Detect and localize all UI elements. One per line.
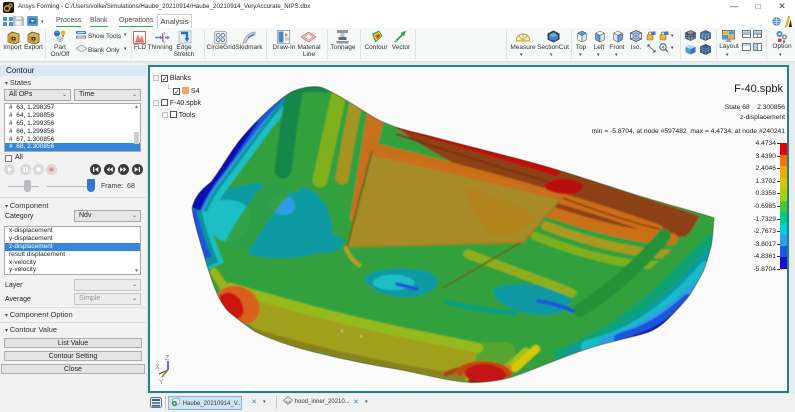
svg-text:Y: Y bbox=[159, 379, 164, 386]
svg-text:X: X bbox=[155, 364, 160, 371]
svg-text:Z: Z bbox=[165, 355, 170, 362]
